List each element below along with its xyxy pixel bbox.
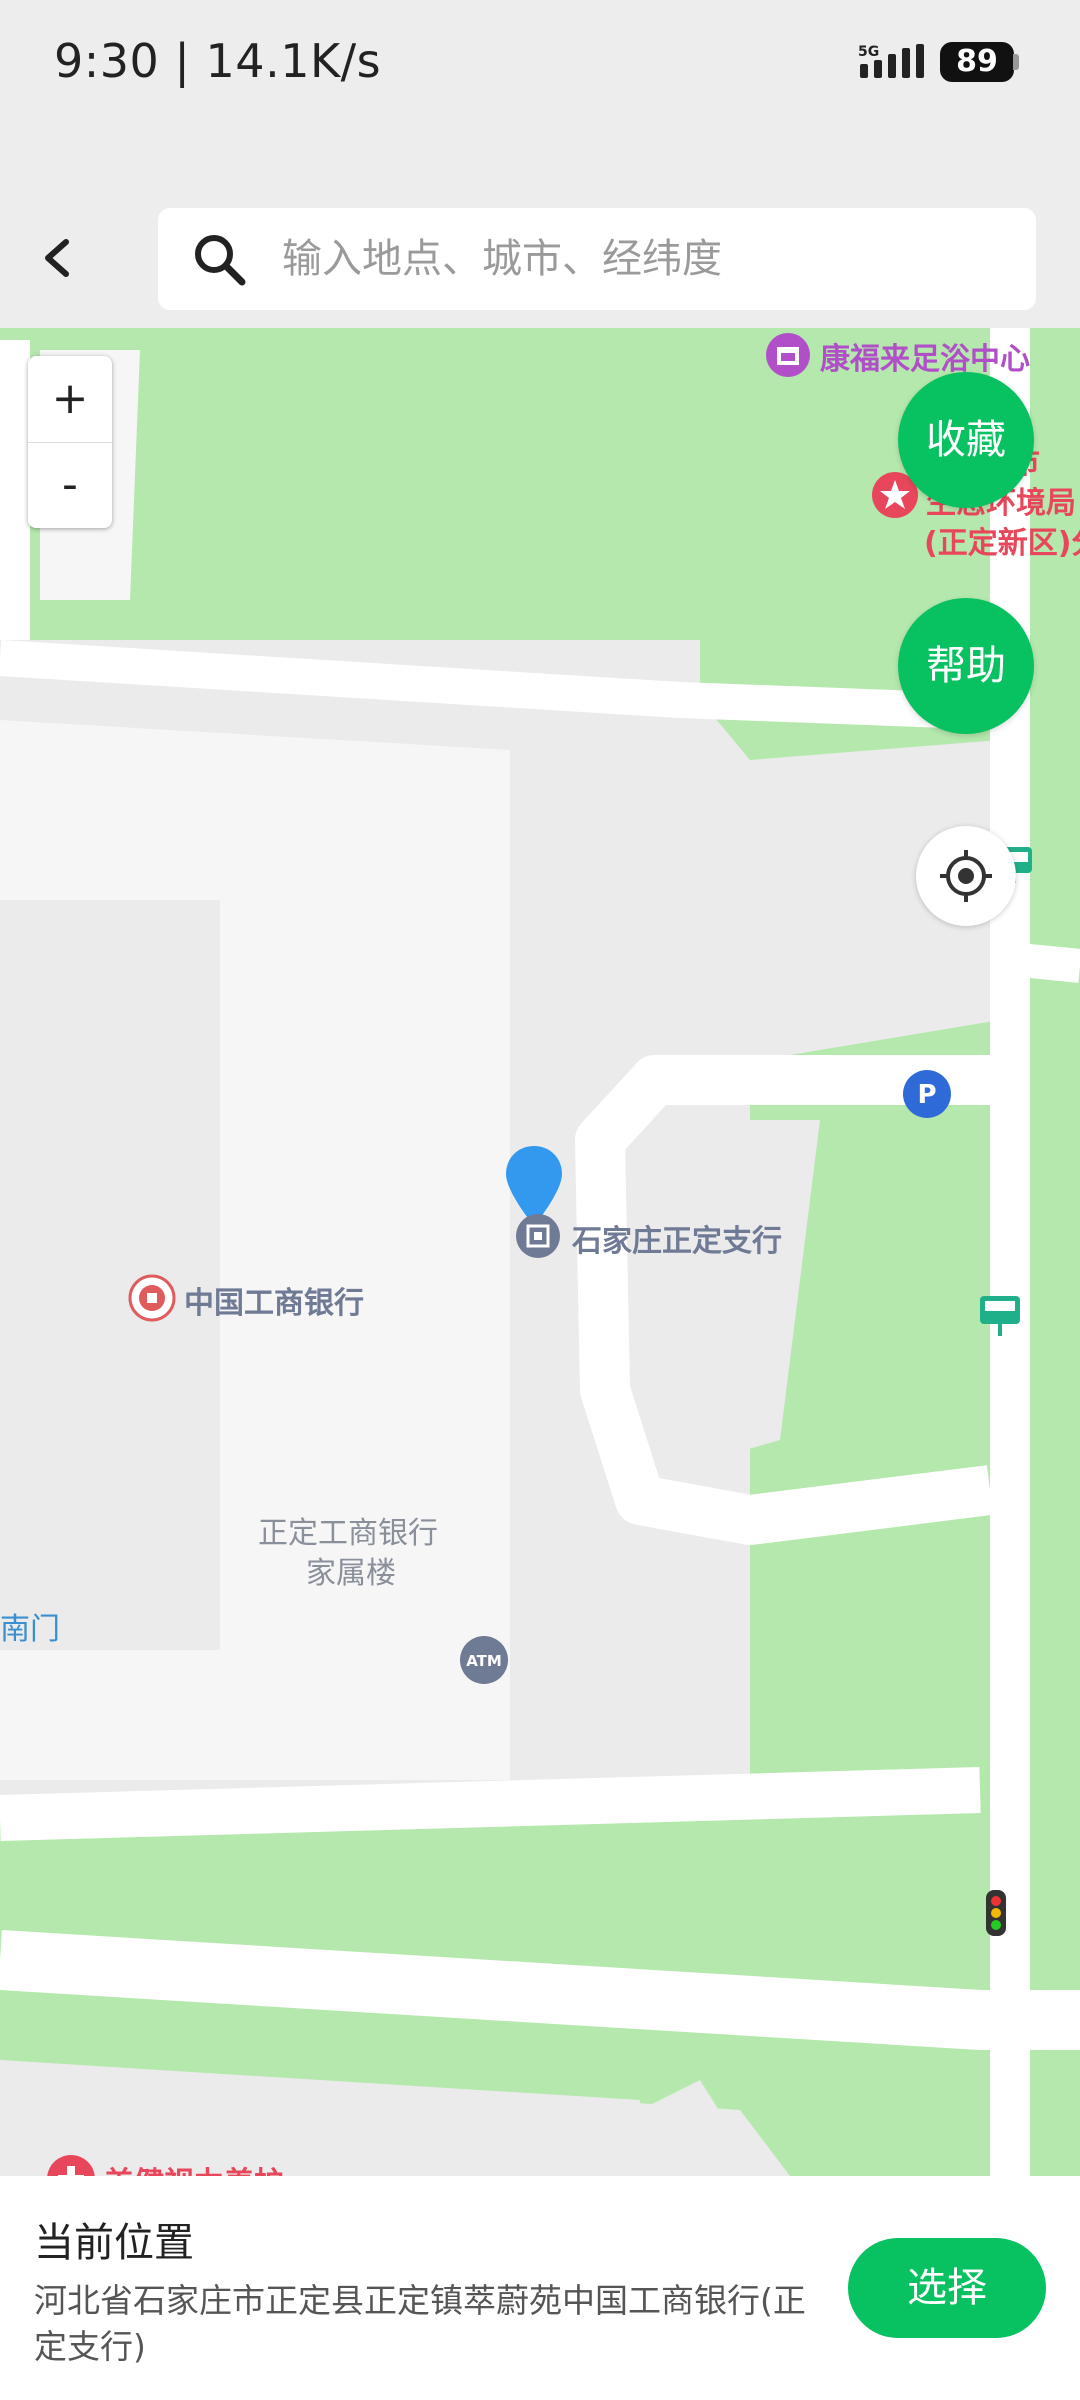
traffic-light-icon (986, 1890, 1006, 1936)
bank-icon[interactable] (514, 1212, 562, 1260)
select-button[interactable]: 选择 (848, 2238, 1046, 2338)
help-button[interactable]: 帮助 (898, 598, 1034, 734)
svg-text:P: P (917, 1080, 936, 1110)
poi-label[interactable]: 康福来足浴中心 (820, 334, 1030, 378)
search-icon (195, 235, 246, 286)
icbc-bank-icon[interactable] (128, 1274, 176, 1322)
building-label[interactable]: 正定工商银行 (258, 1508, 438, 1552)
svg-text:ATM: ATM (466, 1652, 502, 1670)
network-type: 5G (858, 44, 879, 60)
favorite-button[interactable]: 收藏 (898, 372, 1034, 508)
poi-label[interactable]: 美健视力养护 (104, 2158, 284, 2176)
search-input[interactable] (282, 220, 1002, 298)
zoom-control: + - (28, 356, 112, 528)
panel-title: 当前位置 (34, 2220, 194, 2266)
locate-button[interactable] (916, 826, 1016, 926)
atm-icon[interactable]: ATM (458, 1634, 510, 1686)
status-bar (0, 0, 1080, 191)
zoom-in-button[interactable]: + (28, 356, 112, 442)
status-time: 9:30 | 14.1K/s (54, 34, 382, 88)
store-icon[interactable] (764, 331, 812, 379)
building-label[interactable]: 家属楼 (306, 1548, 396, 1592)
zoom-out-button[interactable]: - (28, 442, 112, 528)
battery-tip (1013, 54, 1019, 70)
signal-icon: 5G (858, 44, 924, 78)
gate-label[interactable]: 南门 (0, 1604, 60, 1648)
health-icon[interactable] (46, 2154, 96, 2176)
locate-icon (940, 850, 992, 902)
poi-label[interactable]: 石家庄正定支行 (572, 1216, 782, 1260)
map-view[interactable]: 康福来足浴中心 市 生态环境局 (正定新区)分 P 石家庄正定支行 中国工商银行… (0, 328, 1080, 2176)
parking-icon[interactable]: P (902, 1069, 952, 1119)
battery-indicator: 89 (940, 42, 1014, 82)
chevron-left-icon[interactable] (34, 228, 80, 288)
poi-label[interactable]: (正定新区)分 (924, 518, 1080, 562)
poi-label[interactable]: 中国工商银行 (184, 1278, 364, 1322)
address-text: 河北省石家庄市正定县正定镇萃蔚苑中国工商银行(正定支行) (34, 2281, 806, 2366)
bus-stop-icon[interactable] (976, 1292, 1024, 1338)
